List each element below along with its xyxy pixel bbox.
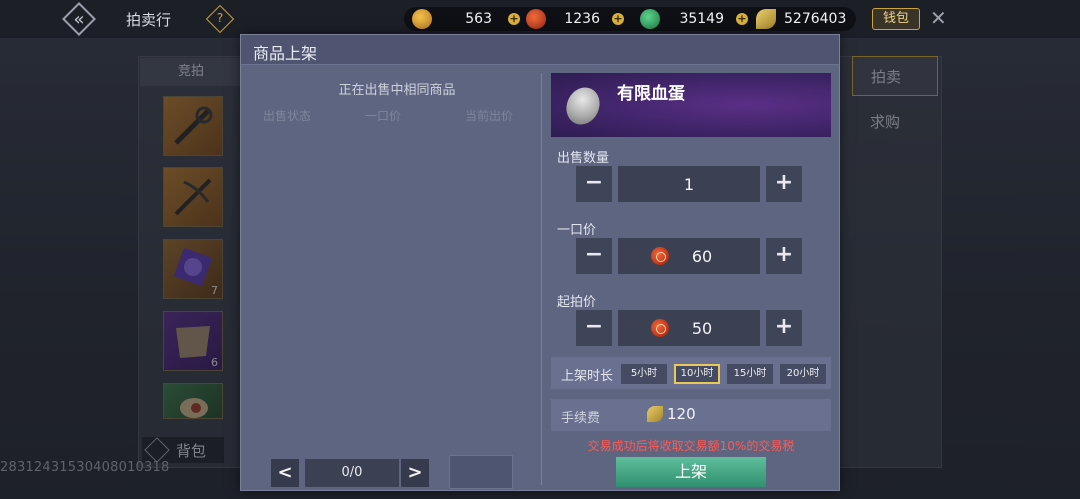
leaf-gold-icon	[756, 9, 776, 29]
page-indicator: 0/0	[305, 459, 399, 487]
start-price-stepper: − 50 +	[576, 310, 802, 348]
dialog-title: 商品上架	[253, 44, 318, 63]
red-coin-icon	[651, 247, 669, 265]
item-header: 有限血蛋	[551, 73, 831, 137]
col-current-bid: 当前出价	[465, 109, 514, 123]
duration-option-20h[interactable]: 20小时	[780, 364, 826, 384]
fee-label: 手续费	[561, 411, 601, 426]
red-coin-icon	[651, 319, 669, 337]
currency-bar: 563 + 1236 + 35149 + 5276403	[404, 7, 856, 31]
buyout-minus-button[interactable]: −	[576, 238, 612, 274]
currency-leaf-gold: 5276403	[756, 7, 846, 31]
col-buyout: 一口价	[365, 109, 402, 123]
buyout-label: 一口价	[557, 223, 597, 238]
quantity-field[interactable]: 1	[618, 166, 760, 202]
next-page-button[interactable]: >	[401, 459, 429, 487]
duration-option-15h[interactable]: 15小时	[727, 364, 773, 384]
item-name: 有限血蛋	[617, 84, 685, 104]
currency-red-coin: 1236 +	[526, 7, 624, 31]
currency-value: 35149	[679, 11, 724, 27]
add-jade-coin-button[interactable]: +	[736, 13, 748, 25]
quantity-stepper: − 1 +	[576, 166, 802, 204]
start-price-field[interactable]: 50	[618, 310, 760, 346]
currency-jade-coin: 35149 +	[640, 7, 748, 31]
leaf-gold-icon	[647, 406, 663, 422]
col-status: 出售状态	[263, 109, 312, 123]
fee-value: 120	[667, 405, 696, 423]
same-items-pane: 正在出售中相同商品 出售状态 一口价 当前出价	[251, 73, 543, 485]
jade-coin-icon	[640, 9, 660, 29]
listing-dialog: 商品上架 正在出售中相同商品 出售状态 一口价 当前出价 < 0/0 > 有限血…	[240, 34, 840, 491]
currency-gold-medal: 563 +	[412, 7, 520, 31]
blood-egg-icon	[560, 82, 606, 130]
quantity-plus-button[interactable]: +	[766, 166, 802, 202]
wallet-button[interactable]: 钱包	[872, 8, 920, 30]
add-red-coin-button[interactable]: +	[612, 13, 624, 25]
close-icon[interactable]: ✕	[930, 6, 950, 30]
currency-value: 5276403	[784, 11, 847, 27]
quantity-minus-button[interactable]: −	[576, 166, 612, 202]
help-icon[interactable]: ?	[205, 4, 235, 34]
duration-option-10h[interactable]: 10小时	[674, 364, 720, 384]
start-price-value: 50	[691, 318, 713, 338]
red-coin-icon	[526, 9, 546, 29]
start-price-minus-button[interactable]: −	[576, 310, 612, 346]
duration-label: 上架时长	[561, 369, 614, 384]
currency-value: 1236	[564, 11, 600, 27]
quantity-value: 1	[683, 174, 695, 194]
empty-slot	[449, 455, 513, 489]
start-price-plus-button[interactable]: +	[766, 310, 802, 346]
buyout-stepper: − 60 +	[576, 238, 802, 276]
currency-value: 563	[465, 11, 492, 27]
prev-page-button[interactable]: <	[271, 459, 299, 487]
list-item-button[interactable]: 上架	[616, 457, 766, 487]
fee-amount: 120	[647, 405, 696, 423]
page-title: 拍卖行	[126, 11, 172, 29]
duration-row: 上架时长 5小时 10小时 15小时 20小时	[551, 357, 831, 389]
tax-note: 交易成功后将收取交易额10%的交易税	[587, 439, 795, 453]
back-button[interactable]: «	[58, 2, 100, 36]
fee-row: 手续费 120	[551, 399, 831, 431]
buyout-plus-button[interactable]: +	[766, 238, 802, 274]
dialog-header: 商品上架	[241, 35, 839, 65]
same-items-title: 正在出售中相同商品	[338, 83, 456, 98]
duration-option-5h[interactable]: 5小时	[621, 364, 667, 384]
divider	[541, 73, 542, 485]
chevron-left-icon: «	[73, 8, 85, 30]
top-bar: « 拍卖行 ? 563 + 1236 + 35149 + 5276403 钱包 …	[0, 0, 1080, 38]
start-price-label: 起拍价	[557, 295, 597, 310]
quantity-label: 出售数量	[557, 151, 610, 166]
buyout-value: 60	[691, 246, 713, 266]
same-items-columns: 出售状态 一口价 当前出价	[251, 107, 543, 125]
gold-medal-icon	[412, 9, 432, 29]
add-gold-medal-button[interactable]: +	[508, 13, 520, 25]
buyout-field[interactable]: 60	[618, 238, 760, 274]
